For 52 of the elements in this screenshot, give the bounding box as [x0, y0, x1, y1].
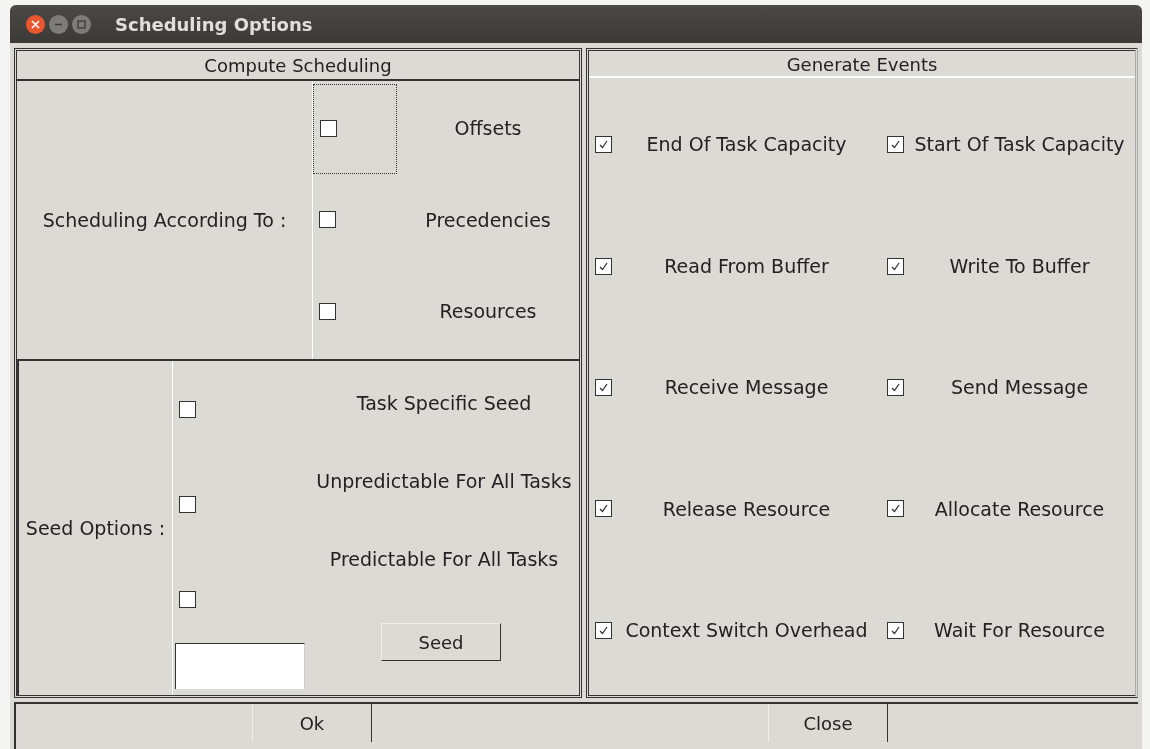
- checkbox[interactable]: [319, 302, 336, 320]
- check-icon: [890, 381, 901, 393]
- checkbox[interactable]: [179, 591, 196, 608]
- option-label: Offsets: [453, 116, 523, 142]
- window-title: Scheduling Options: [115, 12, 313, 37]
- event-label: Send Message: [949, 375, 1090, 401]
- checkbox[interactable]: [179, 401, 196, 418]
- check-icon: [890, 503, 901, 515]
- ok-button[interactable]: Ok: [252, 704, 372, 742]
- checkbox[interactable]: [887, 378, 904, 396]
- check-icon: [598, 624, 609, 636]
- close-button[interactable]: Close: [768, 704, 888, 742]
- checkbox[interactable]: [595, 257, 612, 275]
- checkbox[interactable]: [179, 496, 196, 513]
- maximize-icon[interactable]: [72, 14, 91, 34]
- checkbox[interactable]: [887, 621, 904, 639]
- event-label: Start Of Task Capacity: [913, 132, 1126, 158]
- seed-input-field[interactable]: [175, 643, 305, 689]
- section-label: Seed Options :: [17, 361, 173, 695]
- event-label: Read From Buffer: [663, 253, 830, 279]
- checkbox[interactable]: [595, 621, 612, 639]
- event-label: Allocate Resource: [933, 496, 1106, 522]
- event-label: Receive Message: [663, 375, 830, 401]
- panel-header: Generate Events: [589, 51, 1135, 78]
- checkbox[interactable]: [320, 120, 337, 138]
- check-icon: [890, 139, 901, 151]
- checkbox[interactable]: [595, 500, 612, 518]
- checkbox[interactable]: [887, 136, 904, 154]
- checkbox[interactable]: [595, 378, 612, 396]
- event-label: Release Resource: [661, 496, 832, 522]
- option-label: Precedencies: [424, 207, 552, 233]
- check-icon: [598, 260, 609, 272]
- close-icon[interactable]: [26, 14, 45, 34]
- check-icon: [890, 260, 901, 272]
- option-label: Unpredictable For All Tasks: [315, 469, 573, 494]
- event-label: Wait For Resource: [933, 618, 1106, 643]
- check-icon: [598, 503, 609, 515]
- event-label: Context Switch Overhead: [624, 618, 869, 643]
- checkbox[interactable]: [887, 500, 904, 518]
- check-icon: [598, 139, 609, 151]
- option-label: Predictable For All Tasks: [328, 547, 560, 572]
- event-label: End Of Task Capacity: [645, 132, 848, 158]
- seed-button[interactable]: Seed: [381, 623, 501, 661]
- checkbox[interactable]: [887, 257, 904, 275]
- checkbox[interactable]: [319, 211, 336, 229]
- option-label: Resources: [438, 299, 538, 325]
- checkbox[interactable]: [595, 136, 612, 154]
- event-label: Write To Buffer: [948, 253, 1091, 279]
- section-label: Scheduling According To :: [17, 81, 313, 359]
- option-label: Task Specific Seed: [355, 391, 533, 416]
- check-icon: [890, 624, 901, 636]
- check-icon: [598, 381, 609, 393]
